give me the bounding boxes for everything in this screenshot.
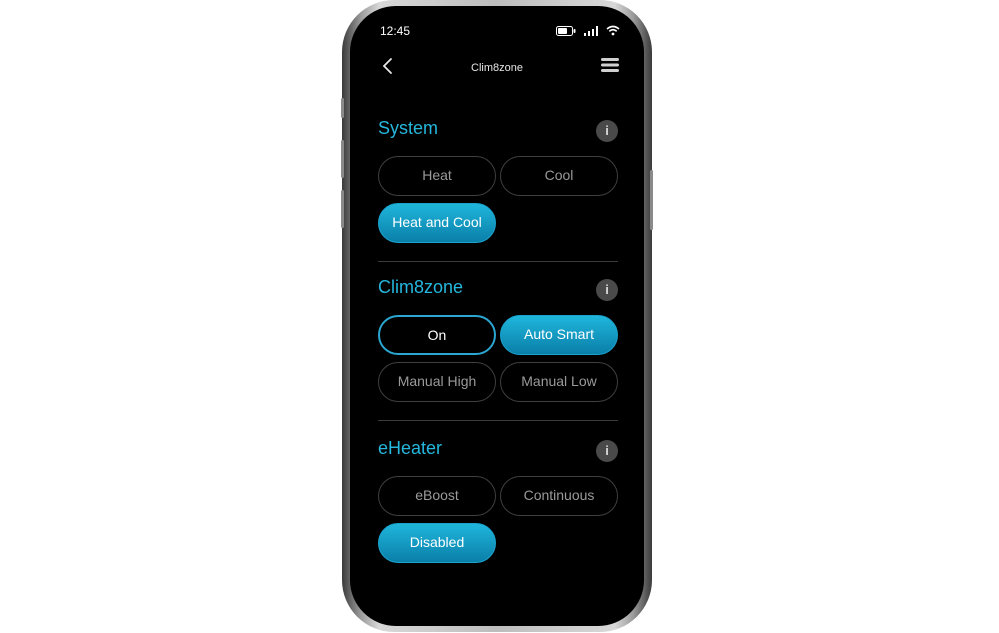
clim8zone-section-title: Clim8zone [378,277,464,297]
section-divider [378,261,618,262]
system-section-title: System [378,118,439,138]
status-time: 12:45 [380,24,411,38]
clim8zone-info-icon[interactable]: i [596,279,618,301]
wifi-icon [606,25,620,36]
eheater-eboost-button[interactable]: eBoost [378,476,496,516]
status-bar: 12:45 [350,6,644,52]
phone-power-button [650,170,653,230]
phone-volume-down [341,190,344,228]
system-info-icon[interactable]: i [596,120,618,142]
system-cool-button[interactable]: Cool [500,156,618,196]
system-section: System i Heat Cool Heat and Cool [378,118,618,248]
phone-screen: 12:45 Clim8zone System i Heat Cool Heat … [350,6,644,626]
eheater-continuous-button[interactable]: Continuous [500,476,618,516]
clim8zone-section: Clim8zone i On Auto Smart Manual High Ma… [378,277,618,407]
phone-volume-up [341,140,344,178]
eheater-section-title: eHeater [378,438,443,458]
clim8zone-on-button[interactable]: On [378,315,496,355]
battery-icon [556,25,576,36]
cellular-signal-icon [584,25,598,36]
system-heat-button[interactable]: Heat [378,156,496,196]
status-icons [556,25,620,36]
phone-frame: 12:45 Clim8zone System i Heat Cool Heat … [341,0,653,632]
nav-bar: Clim8zone [350,52,644,82]
eheater-section: eHeater i eBoost Continuous Disabled [378,438,618,568]
hamburger-menu-icon[interactable] [600,56,620,74]
phone-side-button [341,98,344,118]
eheater-info-icon[interactable]: i [596,440,618,462]
system-heat-and-cool-button[interactable]: Heat and Cool [378,203,496,243]
eheater-disabled-button[interactable]: Disabled [378,523,496,563]
section-divider [378,420,618,421]
clim8zone-auto-smart-button[interactable]: Auto Smart [500,315,618,355]
clim8zone-manual-high-button[interactable]: Manual High [378,362,496,402]
clim8zone-manual-low-button[interactable]: Manual Low [500,362,618,402]
